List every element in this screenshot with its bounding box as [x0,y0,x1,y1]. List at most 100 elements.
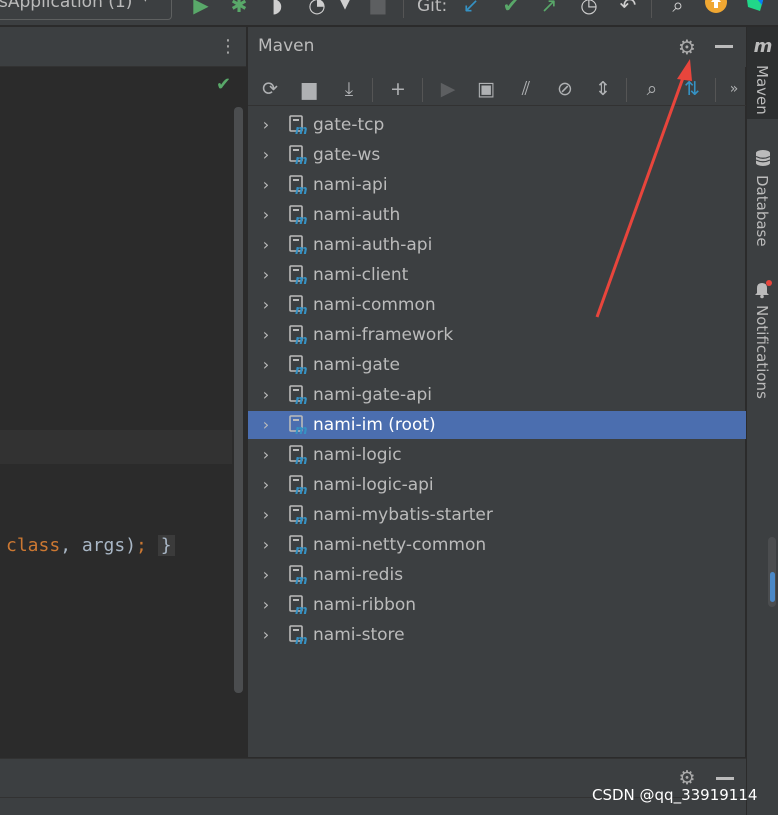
chevron-right-icon[interactable]: › [258,352,274,378]
chevron-right-icon[interactable]: › [258,232,274,258]
editor-scrollbar[interactable] [234,107,243,693]
hide-icon[interactable] [716,777,734,780]
tree-row[interactable]: › m nami-api [248,171,746,199]
chevron-right-icon[interactable]: › [258,412,274,438]
chevron-right-icon[interactable]: › [258,592,274,618]
analyze-dependencies-icon[interactable]: ⌕ [638,75,666,103]
editor-area[interactable]: ⋮ ✔ class, args); } [0,27,246,757]
right-tool-stripe: m Maven Database Notifications [746,27,778,815]
svg-text:m: m [295,303,308,315]
rollback-icon[interactable]: ↶ [617,0,639,18]
tree-row[interactable]: › m nami-mybatis-starter [248,501,746,529]
tree-row[interactable]: › m nami-framework [248,321,746,349]
stripe-database-button[interactable]: Database [747,145,778,255]
git-push-icon[interactable]: ↗ [538,0,560,18]
tree-row[interactable]: › m nami-ribbon [248,591,746,619]
toolbar-separator [715,78,716,102]
tree-row-label: nami-auth-api [313,235,433,255]
stripe-maven-button[interactable]: m Maven [747,27,778,119]
chevron-right-icon[interactable]: › [258,562,274,588]
stop-icon[interactable]: ■ [367,0,389,18]
overflow-icon[interactable]: » [720,75,748,103]
add-icon[interactable]: + [384,75,412,103]
hide-icon[interactable] [715,45,733,48]
code-folded-brace[interactable]: } [157,535,175,556]
chevron-right-icon[interactable]: › [258,202,274,228]
run-configuration-selector[interactable]: sApplication (1) ▼ [0,0,172,20]
chevron-right-icon[interactable]: › [258,262,274,288]
tree-row[interactable]: › m gate-ws [248,141,746,169]
search-icon[interactable]: ⌕ [667,0,689,18]
tree-row-label: nami-redis [313,565,404,585]
code-keyword: class [6,535,61,556]
collapse-all-icon[interactable]: ⇕ [589,75,617,103]
jetbrains-toolbox-icon[interactable] [744,0,766,18]
download-icon[interactable]: ⤓ [335,75,363,103]
tree-row-label: nami-mybatis-starter [313,505,493,525]
maven-header: Maven ⚙ [248,27,746,67]
git-update-icon[interactable]: ↙ [460,0,482,18]
chevron-right-icon[interactable]: › [258,322,274,348]
reload-icon[interactable]: ⟳ [256,75,284,103]
chevron-right-icon[interactable]: › [258,472,274,498]
tree-row-label: nami-auth [313,205,401,225]
chevron-right-icon[interactable]: › [258,622,274,648]
tree-row[interactable]: › m gate-tcp [248,111,746,139]
profile-icon[interactable]: ◔ [306,0,328,18]
maven-module-icon: m [289,115,309,137]
coverage-icon[interactable]: ◗ [266,0,288,18]
debug-icon[interactable]: ✱ [228,0,250,18]
bell-icon [753,279,773,299]
maven-tool-window: Maven ⚙ ⟳ ▆ ⤓ + ▶ ▣ ⫽ ⊘ ⇕ ⌕ ⇅ » › m gate-t… [247,27,748,757]
chevron-right-icon[interactable]: › [258,292,274,318]
generate-sources-icon[interactable]: ▆ [295,75,323,103]
update-icon[interactable] [705,0,727,18]
gear-icon[interactable]: ⚙ [675,35,699,59]
toolbar-separator [651,0,652,18]
git-commit-icon[interactable]: ✔ [500,0,522,18]
database-icon [753,149,773,169]
tree-row[interactable]: › m nami-redis [248,561,746,589]
chevron-right-icon[interactable]: › [258,442,274,468]
run-icon[interactable]: ▶ [190,0,212,18]
tree-row-label: nami-ribbon [313,595,417,615]
tree-row[interactable]: › m nami-logic [248,441,746,469]
code-line[interactable]: class, args); } [6,535,175,556]
history-icon[interactable]: ◷ [578,0,600,18]
tree-row[interactable]: › m nami-client [248,261,746,289]
checkmark-icon[interactable]: ✔ [216,74,236,95]
show-dependencies-icon[interactable]: ⇅ [678,75,706,103]
chevron-right-icon[interactable]: › [258,142,274,168]
stripe-scrollbar-thumb[interactable] [770,572,775,602]
tree-row[interactable]: › m nami-common [248,291,746,319]
tree-row[interactable]: › m nami-gate [248,351,746,379]
tree-row[interactable]: › m nami-netty-common [248,531,746,559]
chevron-right-icon[interactable]: › [258,502,274,528]
tree-row[interactable]: › m nami-gate-api [248,381,746,409]
tree-row-label: nami-framework [313,325,454,345]
svg-text:m: m [295,213,308,225]
tree-row[interactable]: › m nami-logic-api [248,471,746,499]
run-icon[interactable]: ▶ [434,75,462,103]
chevron-down-icon[interactable]: ▼ [334,0,356,18]
more-icon[interactable]: ⋮ [219,35,237,59]
chevron-right-icon[interactable]: › [258,382,274,408]
maven-module-icon: m [289,355,309,377]
execute-goal-icon[interactable]: ▣ [472,75,500,103]
maven-module-icon: m [289,295,309,317]
maven-module-icon: m [289,265,309,287]
tree-row[interactable]: › m nami-store [248,621,746,649]
tree-row[interactable]: › m nami-auth [248,201,746,229]
maven-module-icon: m [289,415,309,437]
stripe-notifications-button[interactable]: Notifications [747,277,778,407]
chevron-right-icon[interactable]: › [258,112,274,138]
svg-text:m: m [295,183,308,195]
maven-module-icon: m [289,385,309,407]
tree-row[interactable]: › m nami-im (root) [248,411,746,439]
maven-module-icon: m [289,235,309,257]
skip-tests-icon[interactable]: ⊘ [551,75,579,103]
tree-row[interactable]: › m nami-auth-api [248,231,746,259]
toggle-offline-icon[interactable]: ⫽ [512,75,540,103]
chevron-right-icon[interactable]: › [258,532,274,558]
chevron-right-icon[interactable]: › [258,172,274,198]
